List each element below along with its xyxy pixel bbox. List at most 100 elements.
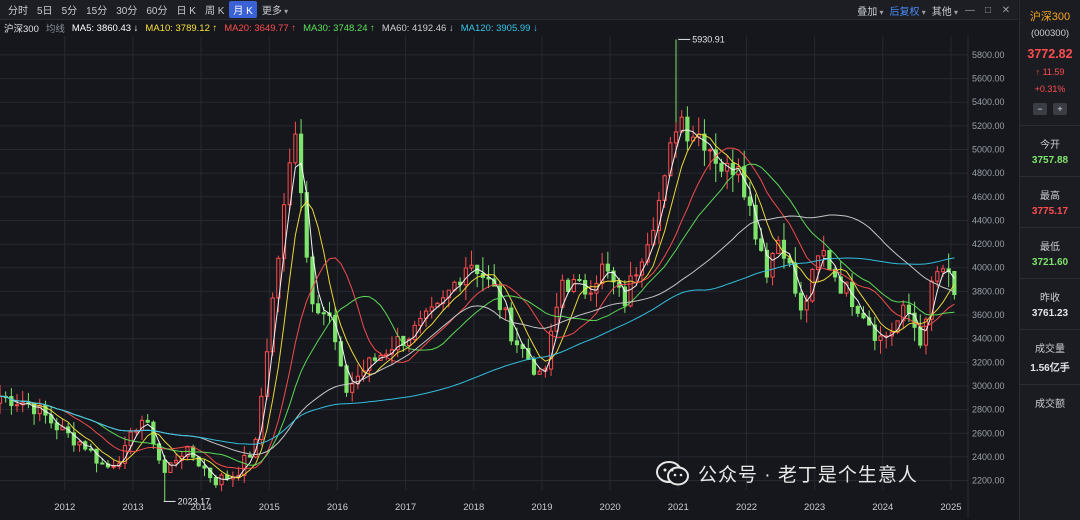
candle-body (333, 314, 338, 343)
candle-body (9, 396, 14, 407)
x-tick-label: 2015 (259, 502, 280, 513)
candle-body (878, 335, 883, 341)
candle-body (162, 459, 167, 473)
stat-value: 3757.88 (1031, 155, 1069, 166)
y-tick-label: 4400.00 (972, 215, 1005, 225)
x-tick-label: 2016 (327, 502, 348, 513)
stat-label: 最低 (1040, 242, 1060, 253)
stat-value: 3761.23 (1031, 308, 1069, 319)
candle-body (673, 131, 679, 144)
stat-label: 成交额 (1035, 399, 1065, 410)
candle-body (514, 340, 520, 346)
candle-body (372, 357, 378, 361)
candle-body (855, 306, 860, 314)
stat-label: 今开 (1040, 140, 1060, 151)
y-tick-label: 4000.00 (972, 263, 1005, 273)
ma-line-ma5 (0, 129, 955, 481)
ma-line-ma60 (0, 214, 955, 456)
candle-body (747, 196, 752, 206)
divider (1020, 278, 1080, 279)
candle-body (247, 455, 253, 458)
candle-body (321, 312, 326, 315)
candle-body (605, 263, 610, 272)
candle-body (145, 419, 150, 423)
candle-body (679, 116, 684, 133)
period-tab[interactable]: 月 K (229, 1, 257, 18)
candle-body (634, 274, 639, 277)
stats-list: 今开 3757.88 最高 3775.17 最低 3721.60 昨收 3761.23 成交量 1… (1020, 125, 1080, 410)
candle-body (923, 318, 929, 346)
candle-body (906, 304, 912, 314)
period-tab[interactable]: 日 K (173, 1, 200, 18)
candle-body (88, 448, 93, 451)
expand-button[interactable]: + (1053, 103, 1067, 115)
x-tick-label: 2025 (940, 502, 961, 513)
candle-body (100, 462, 105, 465)
stat-label: 成交量 (1035, 344, 1065, 355)
candle-body (469, 264, 474, 269)
watermark-text: 公众号 · 老丁是个生意人 (698, 465, 918, 486)
candle-body (418, 317, 423, 326)
y-tick-label: 5800.00 (972, 50, 1005, 60)
period-tab[interactable]: 60分 (142, 1, 171, 18)
collapse-button[interactable]: − (1033, 103, 1047, 115)
y-tick-label: 3200.00 (972, 357, 1005, 367)
ma-legend-item: MA30: 3748.24 ↑ (303, 22, 375, 34)
minimize-icon[interactable]: — (964, 5, 976, 16)
annotation-label: 5930.91 (692, 36, 725, 44)
candle-body (310, 256, 315, 305)
candle-body (804, 300, 809, 311)
period-tab[interactable]: 5分 (58, 1, 82, 18)
candle-body (77, 441, 82, 446)
candle-body (548, 330, 554, 370)
last-price: 3772.82 (1027, 47, 1073, 61)
candle-body (810, 268, 815, 302)
ma-legend-item: MA120: 3905.99 ↓ (460, 22, 538, 34)
annotation-label: 2023.17 (178, 496, 211, 506)
stat-value: 3775.17 (1031, 206, 1069, 217)
period-tab[interactable]: 周 K (201, 1, 228, 18)
candle-body (463, 267, 468, 286)
index-name: 沪深300 (4, 24, 39, 35)
y-tick-label: 2600.00 (972, 428, 1005, 438)
y-tick-label: 4200.00 (972, 239, 1005, 249)
maximize-icon[interactable]: □ (982, 5, 994, 16)
candle-body (702, 133, 707, 151)
y-tick-label: 5600.00 (972, 74, 1005, 84)
period-tab[interactable]: 分时 (4, 1, 32, 18)
others-dropdown[interactable]: 其他 (932, 3, 958, 18)
close-icon[interactable]: ✕ (1000, 5, 1012, 16)
overlay-dropdown[interactable]: 叠加 (857, 3, 883, 18)
candle-body (798, 292, 804, 311)
candle-body (537, 370, 542, 375)
toolbar: 分时5日5分15分30分60分日 K周 K月 K更多 叠加 后复权 其他 — □… (0, 0, 1018, 20)
candle-body (14, 404, 20, 407)
toolbar-right: 叠加 后复权 其他 — □ ✕ (857, 0, 1012, 20)
price-change: ↑ 11.59 (1035, 67, 1065, 77)
period-tab[interactable]: 15分 (82, 1, 111, 18)
y-tick-label: 3000.00 (972, 381, 1005, 391)
candle-body (503, 307, 508, 311)
security-code: (000300) (1030, 28, 1070, 39)
y-tick-label: 4800.00 (972, 168, 1005, 178)
x-tick-label: 2024 (872, 502, 893, 513)
sidebar-buttons: − + (1020, 103, 1080, 115)
candle-body (350, 383, 355, 393)
x-tick-label: 2012 (54, 502, 75, 513)
ma-legend-item: MA5: 3860.43 ↓ (71, 22, 139, 34)
price-change-pct: +0.31% (1034, 84, 1066, 94)
candle-body (429, 306, 434, 312)
candle-body (242, 455, 247, 476)
adjust-dropdown[interactable]: 后复权 (890, 3, 926, 18)
period-tab[interactable]: 更多 (258, 1, 292, 18)
candle-body (202, 465, 207, 469)
candle-body (577, 278, 582, 281)
avg-dropdown[interactable]: 均线 (46, 21, 65, 35)
candle-body (821, 250, 826, 257)
period-tab[interactable]: 30分 (112, 1, 141, 18)
candle-body (685, 116, 690, 142)
candle-body (316, 303, 321, 314)
period-tab[interactable]: 5日 (33, 1, 57, 18)
kline-chart[interactable]: 2200.00 2400.00 2600.00 2800.00 3000.00 3200.… (0, 36, 1018, 520)
security-name: 沪深300 (1029, 11, 1071, 23)
